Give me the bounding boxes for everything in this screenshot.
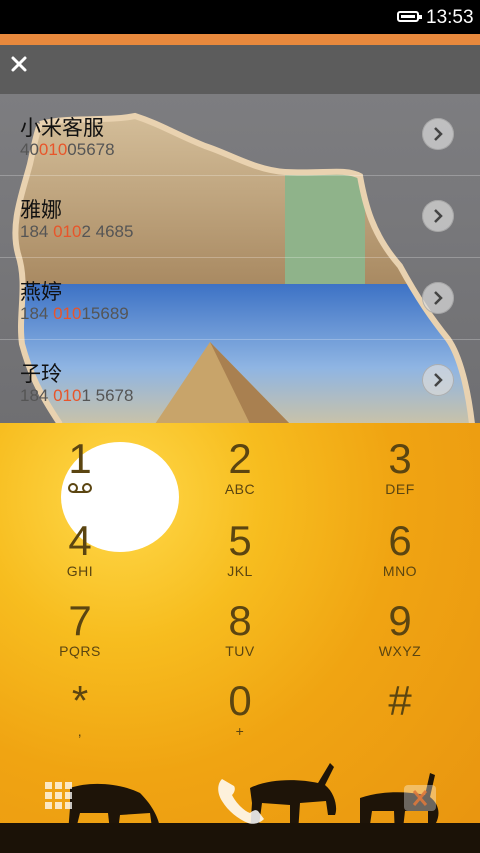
keypad-grid-icon: [45, 782, 72, 809]
key-digit: #: [388, 677, 412, 724]
key-letters: TUV: [225, 643, 255, 659]
key-digit: 7: [68, 597, 92, 644]
key-0[interactable]: 0 +: [160, 665, 320, 745]
contact-phone: 184 01015689: [20, 304, 129, 323]
key-2[interactable]: 2 ABC: [160, 423, 320, 503]
contact-row[interactable]: 子玲 184 0101 5678: [0, 340, 480, 422]
contact-details-button[interactable]: [422, 364, 454, 396]
key-digit: 6: [388, 517, 412, 564]
contact-name: 雅娜: [20, 199, 62, 222]
key-letters: MNO: [382, 563, 418, 579]
key-digit: 3: [388, 435, 412, 482]
close-icon: [11, 56, 27, 72]
contact-name: 小米客服: [20, 117, 104, 140]
chevron-right-icon: [434, 209, 443, 223]
key-digit: 0: [228, 677, 252, 724]
key-letters: ,: [77, 723, 83, 739]
key-6[interactable]: 6 MNO: [320, 505, 480, 585]
key-letters: WXYZ: [378, 643, 422, 659]
key-letters: DEF: [385, 481, 415, 497]
backspace-icon: [404, 785, 436, 811]
dial-pad: 1 2 ABC 3 DEF 4 GHI 5 JKL 6 MNO 7 PQRS 8…: [0, 423, 480, 853]
key-3[interactable]: 3 DEF: [320, 423, 480, 503]
backspace-button[interactable]: [402, 783, 438, 813]
key-letters: PQRS: [59, 643, 101, 659]
key-digit: 2: [228, 435, 252, 482]
contact-row[interactable]: 雅娜 184 0102 4685: [0, 176, 480, 258]
contact-phone: 184 0101 5678: [20, 386, 134, 405]
key-7[interactable]: 7 PQRS: [0, 585, 160, 665]
chevron-right-icon: [434, 127, 443, 141]
chevron-right-icon: [434, 373, 443, 387]
contact-details-button[interactable]: [422, 282, 454, 314]
key-digit: 9: [388, 597, 412, 644]
contact-suggestion-list: 小米客服 4001005678 雅娜 184 0102 4685 燕婷 184 …: [0, 94, 480, 424]
key-digit: 5: [228, 517, 252, 564]
key-digit: 8: [228, 597, 252, 644]
contact-phone: 184 0102 4685: [20, 222, 134, 241]
key-letters: GHI: [66, 563, 94, 579]
phone-handset-icon: [218, 779, 264, 824]
voicemail-icon: [68, 483, 92, 493]
contact-phone: 4001005678: [20, 140, 115, 159]
key-1[interactable]: 1: [0, 423, 160, 503]
key-8[interactable]: 8 TUV: [160, 585, 320, 665]
battery-icon: [397, 11, 422, 22]
key-digit: 4: [68, 517, 92, 564]
status-bar: 13:53: [0, 0, 480, 34]
contact-name: 燕婷: [20, 281, 62, 304]
contact-details-button[interactable]: [422, 200, 454, 232]
key-letters: JKL: [227, 563, 253, 579]
key-hash[interactable]: #: [320, 665, 480, 745]
hide-keypad-button[interactable]: [44, 781, 74, 811]
contact-details-button[interactable]: [422, 118, 454, 150]
key-9[interactable]: 9 WXYZ: [320, 585, 480, 665]
call-button[interactable]: [210, 773, 270, 829]
chevron-right-icon: [434, 291, 443, 305]
contact-name: 子玲: [20, 363, 62, 386]
key-digit: 1: [68, 435, 92, 482]
status-time: 13:53: [426, 7, 474, 28]
contact-row[interactable]: 燕婷 184 01015689: [0, 258, 480, 340]
key-letters: +: [235, 723, 245, 739]
key-digit: *: [71, 677, 89, 724]
contact-row[interactable]: 小米客服 4001005678: [0, 94, 480, 176]
key-4[interactable]: 4 GHI: [0, 505, 160, 585]
key-letters: ABC: [224, 481, 256, 497]
key-star[interactable]: * ,: [0, 665, 160, 745]
key-5[interactable]: 5 JKL: [160, 505, 320, 585]
